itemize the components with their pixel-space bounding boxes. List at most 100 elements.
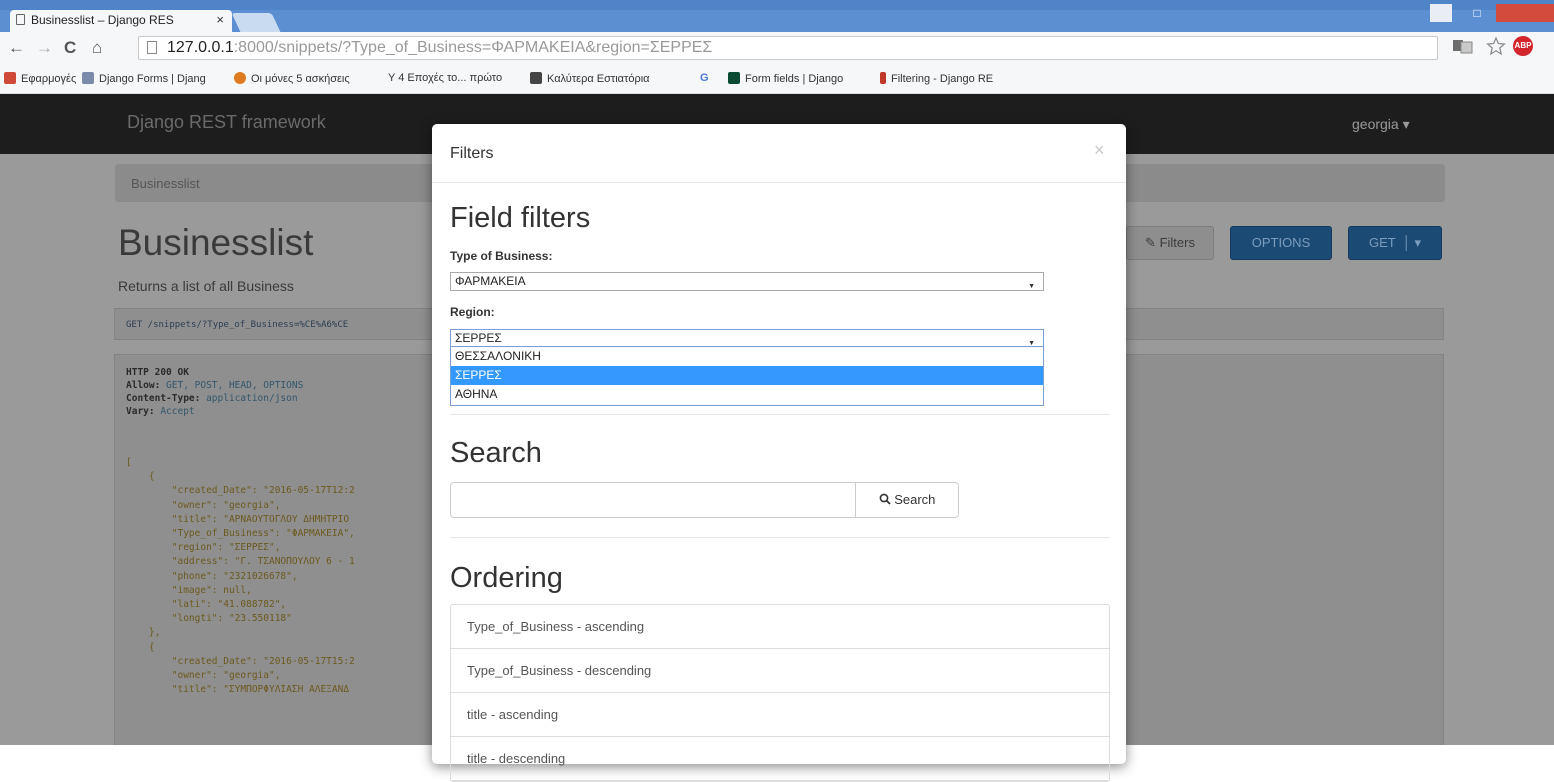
divider [450,414,1110,415]
bookmark-star-icon[interactable] [1486,36,1506,56]
bookmarks-bar: Εφαρμογές Django Forms | Djang Οι μόνες … [0,64,1554,94]
url-path: :8000/snippets/?Type_of_Business=ΦΑΡΜΑΚΕ… [233,39,713,56]
bookmark-item[interactable]: Filtering - Django RE [880,72,993,85]
filters-button[interactable]: ✎ Filters [1126,226,1214,260]
ordering-item[interactable]: title - descending [451,737,1109,781]
response-body: [ { "created_Date": "2016-05-17T12:2 "ow… [126,456,355,697]
user-menu[interactable]: georgia ▾ [1352,116,1410,133]
field-filters-heading: Field filters [450,202,591,234]
tab-close-icon[interactable]: × [216,12,224,27]
apps-grid-icon [4,72,16,84]
brand-link[interactable]: Django REST framework [127,112,326,133]
response-body-line: "region": "ΣΕΡΡΕΣ", [126,542,281,554]
bookmark-label: Καλύτερα Εστιατόρια [547,73,650,85]
response-headers: HTTP 200 OK Allow: GET, POST, HEAD, OPTIO… [126,366,303,418]
response-body-line: "address": "Γ. ΤΣΑΝΟΠΟΥΛΟΥ 6 - 1 [126,556,355,568]
options-button[interactable]: OPTIONS [1230,226,1332,260]
response-body-line: "created_Date": "2016-05-17T15:2 [126,655,355,667]
ordering-item[interactable]: title - ascending [451,693,1109,737]
region-option[interactable]: ΑΘΗΝΑ [451,385,1043,404]
url-host: 127.0.0.1 [167,39,234,56]
browser-toolbar: ← → C ⌂ 127.0.0.1:8000/snippets/?Type_of… [0,32,1554,64]
region-value: ΣΕΡΡΕΣ [455,331,502,345]
translate-icon[interactable] [1452,38,1474,54]
bookmark-item[interactable]: Y 4 Εποχές το... πρώτο [388,72,502,84]
home-icon[interactable]: ⌂ [92,38,102,58]
response-body-line: { [126,471,155,483]
response-body-line: "title": "ΣΥΜΠΟΡΦΥΛΙΑΣΗ ΑΛΕΞΑΝΔ [126,684,350,696]
bookmark-label: Django Forms | Djang [99,73,206,85]
response-header-line: HTTP 200 OK [126,367,189,378]
page-info-icon[interactable] [147,41,157,54]
breadcrumb-item[interactable]: Businesslist [131,176,200,191]
response-body-line: "owner": "georgia", [126,670,281,682]
filters-modal: Filters × Field filters Type of Business… [432,124,1126,782]
book-icon [82,72,94,84]
ordering-item[interactable]: Type_of_Business - descending [451,649,1109,693]
filter-bookmark-icon [880,72,886,84]
search-button-label: Search [894,492,936,507]
back-arrow-icon[interactable]: ← [8,38,25,58]
browser-titlebar: Businesslist – Django RES × □ [0,0,1554,32]
new-tab-button[interactable] [231,13,281,32]
reload-icon[interactable]: C [64,38,76,58]
bookmark-item[interactable]: Οι μόνες 5 ασκήσεις [234,72,350,85]
forward-arrow-icon[interactable]: → [36,38,53,58]
chevron-down-icon: ▼ [1028,283,1035,290]
region-option[interactable]: ΘΕΣΣΑΛΟΝΙΚΗ [451,347,1043,366]
type-of-business-value: ΦΑΡΜΑΚΕΙΑ [455,274,526,288]
close-icon[interactable]: × [1094,140,1105,161]
filters-button-label: Filters [1159,235,1195,250]
search-button[interactable]: Search [855,482,959,518]
adblock-icon[interactable]: ABP [1513,36,1533,56]
magnifier-icon [879,492,891,507]
region-option-selected[interactable]: ΣΕΡΡΕΣ [451,366,1043,385]
response-body-line: "owner": "georgia", [126,499,281,511]
bookmark-label: Εφαρμογές [21,73,77,85]
address-bar[interactable]: 127.0.0.1:8000/snippets/?Type_of_Busines… [138,36,1438,60]
modal-header: Filters × [432,124,1126,183]
bookmark-label: Filtering - Django RE [891,73,994,85]
titlebar-strip [0,0,1554,10]
response-body-line: "longti": "23.550118" [126,613,292,625]
response-body-line: "lati": "41.088782", [126,599,287,611]
bookmark-label: G [700,72,709,84]
response-body-line: { [126,641,155,653]
window-close-button[interactable] [1496,4,1554,22]
circle-icon [234,72,246,84]
type-of-business-label: Type of Business: [450,249,553,263]
ordering-item[interactable]: Type_of_Business - ascending [451,605,1109,649]
bookmark-apps[interactable]: Εφαρμογές [4,72,76,85]
wrench-icon: ✎ [1145,235,1156,250]
bookmark-item[interactable]: Form fields | Django [728,72,843,85]
response-body-line: "phone": "2321026678", [126,570,298,582]
bookmark-label: Οι μόνες 5 ασκήσεις [251,73,350,85]
hat-icon [530,72,542,84]
response-body-line: "title": "ΑΡΝΑΟΥΤΟΓΛΟΥ ΔΗΜΗΤΡΙΟ [126,513,350,525]
bookmark-label: Form fields | Django [745,73,844,85]
bookmark-label: Y 4 Εποχές το... πρώτο [388,72,503,84]
response-body-line: }, [126,627,161,639]
modal-title: Filters [450,145,494,162]
type-of-business-select[interactable]: ΦΑΡΜΑΚΕΙΑ ▼ [450,272,1044,291]
region-label: Region: [450,305,495,319]
django-icon [728,72,740,84]
get-button[interactable]: GET │ ▾ [1348,226,1442,260]
bookmark-item[interactable]: G [700,72,709,84]
search-input[interactable] [450,482,856,518]
window-minimize-button[interactable] [1430,4,1452,22]
bookmark-item[interactable]: Καλύτερα Εστιατόρια [530,72,650,85]
browser-tab[interactable]: Businesslist – Django RES × [10,10,232,32]
response-body-line: "image": null, [126,584,252,596]
window-maximize-button[interactable]: □ [1466,4,1488,22]
response-header-line: Vary: Accept [126,406,195,417]
tab-title: Businesslist – Django RES [31,13,174,27]
region-dropdown: ΘΕΣΣΑΛΟΝΙΚΗ ΣΕΡΡΕΣ ΑΘΗΝΑ [450,346,1044,406]
bookmark-item[interactable]: Django Forms | Djang [82,72,206,85]
caret-down-icon[interactable]: ▾ [1414,235,1421,250]
divider [450,537,1110,538]
response-body-line: [ [126,457,132,468]
ordering-heading: Ordering [450,562,563,594]
page-title: Businesslist [118,222,314,263]
ordering-list: Type_of_Business - ascending Type_of_Bus… [450,604,1110,782]
